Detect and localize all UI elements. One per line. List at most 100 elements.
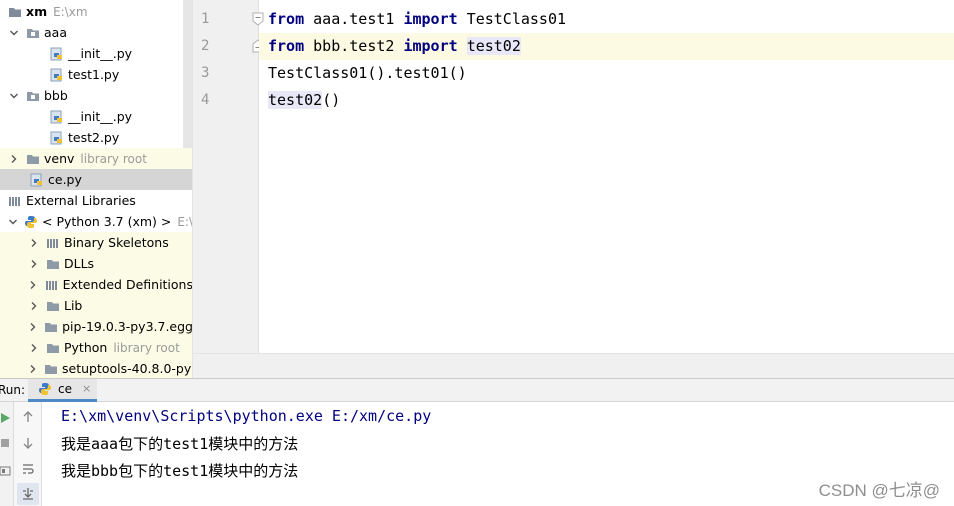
fold-start-icon[interactable]	[252, 12, 264, 26]
code-text: bbb.test2	[304, 37, 404, 55]
keyword: from	[268, 10, 305, 28]
line-number: 3	[201, 65, 210, 81]
tree-file-aaa-init[interactable]: __init__.py	[0, 43, 192, 64]
chevron-right-icon[interactable]	[28, 274, 39, 295]
chevron-right-icon[interactable]	[8, 148, 20, 169]
tree-item-hint: E:\xm	[177, 214, 193, 229]
code-text: aaa.test1	[304, 10, 404, 28]
folder-icon	[44, 320, 58, 334]
code-editor[interactable]: 1 2 3 4 from aaa.test1 import TestClass0…	[193, 0, 954, 378]
folder-icon	[44, 362, 58, 376]
scroll-to-end-icon[interactable]	[17, 483, 39, 505]
csdn-watermark: CSDN @七凉@	[818, 481, 940, 500]
tree-item-label: test1.py	[68, 67, 120, 82]
folder-icon	[46, 341, 60, 355]
tree-item-label: Extended Definitions	[62, 277, 193, 292]
soft-wrap-icon[interactable]	[17, 458, 39, 480]
code-line-3: TestClass01().test01()	[268, 60, 467, 87]
code-line-2: from bbb.test2 import test02	[268, 33, 521, 60]
keyword: import	[403, 10, 458, 28]
tree-item-label: test2.py	[68, 130, 120, 145]
tree-item-label: setuptools-40.8.0-py3.7.egg	[62, 361, 192, 376]
python-file-icon	[50, 68, 64, 82]
tree-item-label: External Libraries	[26, 193, 136, 208]
chevron-right-icon[interactable]	[28, 232, 40, 253]
chevron-right-icon[interactable]	[28, 295, 40, 316]
close-icon[interactable]: ×	[82, 382, 91, 395]
chevron-down-icon[interactable]	[8, 22, 20, 43]
tree-folder-bbb[interactable]: bbb	[0, 85, 192, 106]
package-folder-icon	[26, 89, 40, 103]
tree-file-test1[interactable]: test1.py	[0, 64, 192, 85]
tree-extended-definitions[interactable]: Extended Definitions	[0, 274, 193, 295]
tree-root-xm[interactable]: xm E:\xm	[0, 1, 192, 22]
chevron-right-icon[interactable]	[28, 316, 38, 337]
line-number: 4	[201, 92, 210, 108]
code-text: TestClass01	[457, 10, 567, 28]
chevron-right-icon[interactable]	[28, 253, 40, 274]
tree-folder-aaa[interactable]: aaa	[0, 22, 192, 43]
run-title: Run:	[0, 383, 26, 397]
tree-binary-skeletons[interactable]: Binary Skeletons	[0, 232, 192, 253]
chevron-down-icon[interactable]	[8, 211, 18, 232]
folder-icon	[46, 299, 60, 313]
python-file-icon	[50, 110, 64, 124]
tree-setuptools-egg[interactable]: setuptools-40.8.0-py3.7.egg	[0, 358, 192, 378]
tree-item-label: ce.py	[48, 172, 82, 187]
arrow-down-icon[interactable]	[17, 432, 39, 454]
tree-root-label: xm	[26, 4, 48, 19]
console-command-line: E:\xm\venv\Scripts\python.exe E:/xm/ce.p…	[61, 407, 432, 425]
code-line-4: test02()	[268, 87, 340, 114]
tree-item-label: __init__.py	[68, 46, 133, 61]
code-text: TestClass01().test01()	[268, 64, 467, 82]
console-output-line: 我是aaa包下的test1模块中的方法	[61, 435, 299, 453]
run-console-output[interactable]: E:\xm\venv\Scripts\python.exe E:/xm/ce.p…	[42, 402, 954, 506]
line-number: 2	[201, 38, 210, 54]
chevron-down-icon[interactable]	[8, 85, 20, 106]
keyword: import	[403, 37, 458, 55]
tree-item-label: < Python 3.7 (xm) >	[42, 214, 172, 229]
tree-lib[interactable]: Lib	[0, 295, 192, 316]
tree-file-ce[interactable]: ce.py	[0, 169, 192, 190]
tree-item-label: bbb	[44, 88, 68, 103]
library-icon	[46, 236, 60, 250]
folder-icon	[26, 152, 40, 166]
python-file-icon	[50, 131, 64, 145]
code-text: ()	[322, 91, 341, 109]
arrow-up-icon[interactable]	[17, 406, 39, 428]
tree-item-label: Lib	[64, 298, 83, 313]
run-toolbar-primary	[0, 402, 14, 506]
console-output-line: 我是bbb包下的test1模块中的方法	[61, 462, 299, 480]
tree-pip-egg[interactable]: pip-19.0.3-py3.7.egg	[0, 316, 193, 337]
code-identifier-highlight: test02	[466, 37, 521, 55]
library-icon	[45, 278, 59, 292]
tree-file-bbb-init[interactable]: __init__.py	[0, 106, 192, 127]
run-tab-label: ce	[58, 381, 72, 396]
tree-item-label: DLLs	[64, 256, 95, 271]
folder-icon	[8, 5, 22, 19]
tree-item-label: Python	[64, 340, 108, 355]
chevron-right-icon[interactable]	[28, 337, 40, 358]
library-icon	[8, 194, 22, 208]
tree-item-label: aaa	[44, 25, 67, 40]
run-toolbar-secondary	[14, 402, 42, 506]
tree-python-sdk[interactable]: < Python 3.7 (xm) > E:\xm	[0, 211, 193, 232]
tree-item-label: Binary Skeletons	[64, 235, 169, 250]
tree-folder-venv[interactable]: venv library root	[0, 148, 192, 169]
keyword: from	[268, 37, 305, 55]
tree-item-label: __init__.py	[68, 109, 133, 124]
python-logo-icon	[38, 382, 52, 396]
python-logo-icon	[24, 215, 38, 229]
tree-item-hint: library root	[113, 340, 180, 355]
tree-file-test2[interactable]: test2.py	[0, 127, 192, 148]
tree-python-root[interactable]: Python library root	[0, 337, 192, 358]
run-tab-ce[interactable]: ce ×	[28, 378, 98, 402]
code-identifier-highlight: test02	[268, 91, 323, 109]
tree-external-libraries[interactable]: External Libraries	[0, 190, 192, 211]
chevron-right-icon[interactable]	[28, 358, 38, 378]
run-tool-window-header: Run: ce ×	[0, 378, 954, 402]
editor-breadcrumb-bar	[193, 353, 954, 378]
tree-dlls[interactable]: DLLs	[0, 253, 192, 274]
folder-icon	[46, 257, 60, 271]
tree-item-label: pip-19.0.3-py3.7.egg	[62, 319, 193, 334]
